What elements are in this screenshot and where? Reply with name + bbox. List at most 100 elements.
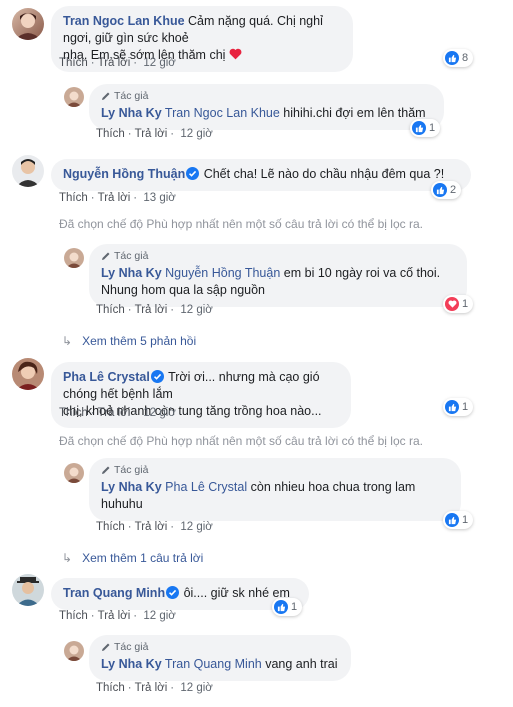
reply-avatar[interactable] (64, 463, 84, 483)
avatar[interactable] (12, 8, 44, 40)
reaction-count[interactable]: 1 (443, 295, 474, 313)
love-icon (445, 297, 459, 311)
reply-button[interactable]: Trả lời (135, 521, 168, 533)
reply-button[interactable]: Trả lời (98, 57, 131, 69)
reply-button[interactable]: Trả lời (135, 682, 168, 694)
reply-actions: Thích · Trả lời · 12 giờ (96, 304, 213, 316)
like-button[interactable]: Thích (59, 57, 88, 69)
pencil-icon (102, 643, 110, 651)
see-more-replies[interactable]: ↳ Xem thêm 5 phản hồi (62, 334, 196, 348)
reply-bubble: Tác giả Ly Nha Ky Nguyễn Hồng Thuận em b… (89, 244, 467, 307)
reply-arrow-icon: ↳ (62, 551, 73, 565)
comment-bubble: Tran Quang Minh ôi.... giữ sk nhé em (51, 578, 309, 610)
mention-link[interactable]: Pha Lê Crystal (165, 480, 247, 494)
comment-actions: Thích · Trả lời · 12 giờ (59, 610, 176, 622)
comment-author[interactable]: Tran Quang Minh (63, 586, 165, 600)
author-badge: Tác giả (101, 463, 449, 477)
reply-avatar[interactable] (64, 248, 84, 268)
reaction-count[interactable]: 1 (272, 598, 303, 616)
avatar[interactable] (12, 574, 44, 606)
comment-bubble: Nguyễn Hồng Thuận Chết cha! Lẽ nào do ch… (51, 159, 471, 191)
like-button[interactable]: Thích (96, 682, 125, 694)
user-photo-icon (16, 361, 40, 390)
comment-text: ôi.... giữ sk nhé em (183, 586, 290, 600)
like-button[interactable]: Thích (59, 407, 88, 419)
comment-author[interactable]: Nguyễn Hồng Thuận (63, 167, 185, 181)
verified-badge-icon (186, 167, 200, 180)
pencil-icon (102, 466, 110, 474)
comment-actions: Thích · Trả lời · 12 giờ (59, 407, 176, 419)
reply-text: hihihi.chi đợi em lên thăm (283, 106, 426, 120)
reply-text-line2: Nhung hom qua la sập nguồn (101, 283, 266, 297)
user-photo-icon (16, 159, 40, 187)
timestamp[interactable]: 12 giờ (180, 521, 212, 533)
see-more-replies[interactable]: ↳ Xem thêm 1 câu trả lời (62, 551, 203, 565)
heart-emoji-icon (229, 48, 242, 62)
timestamp[interactable]: 12 giờ (143, 57, 175, 69)
reply-button[interactable]: Trả lời (135, 304, 168, 316)
mention-link[interactable]: Tran Ngoc Lan Khue (165, 106, 280, 120)
reaction-count[interactable]: 2 (431, 181, 462, 199)
reply-actions: Thích · Trả lời · 12 giờ (96, 128, 213, 140)
reply-arrow-icon: ↳ (62, 334, 73, 348)
reply-bubble: Tác giả Ly Nha Ky Pha Lê Crystal còn nhi… (89, 458, 461, 521)
timestamp[interactable]: 12 giờ (180, 128, 212, 140)
reply-button[interactable]: Trả lời (98, 192, 131, 204)
like-button[interactable]: Thích (59, 610, 88, 622)
reply-actions: Thích · Trả lời · 12 giờ (96, 682, 213, 694)
verified-badge-icon (150, 370, 164, 383)
reaction-count[interactable]: 1 (443, 511, 474, 529)
pencil-icon (102, 252, 110, 260)
like-button[interactable]: Thích (96, 521, 125, 533)
reply-text-line2: huhuhu (101, 497, 143, 511)
like-icon (445, 513, 459, 527)
comment-author[interactable]: Pha Lê Crystal (63, 370, 150, 384)
like-icon (433, 183, 447, 197)
reply-author[interactable]: Ly Nha Ky (101, 266, 162, 280)
user-photo-icon (66, 91, 82, 107)
mention-link[interactable]: Tran Quang Minh (165, 657, 262, 671)
reaction-count[interactable]: 1 (410, 119, 441, 137)
like-button[interactable]: Thích (59, 192, 88, 204)
reply-bubble: Tác giả Ly Nha Ky Tran Ngoc Lan Khue hih… (89, 84, 444, 130)
timestamp[interactable]: 13 giờ (143, 192, 175, 204)
mention-link[interactable]: Nguyễn Hồng Thuận (165, 266, 280, 280)
reaction-count[interactable]: 1 (443, 398, 474, 416)
reply-button[interactable]: Trả lời (135, 128, 168, 140)
timestamp[interactable]: 12 giờ (143, 610, 175, 622)
reply-text: vang anh trai (265, 657, 338, 671)
pencil-icon (102, 92, 110, 100)
reply-button[interactable]: Trả lời (98, 407, 131, 419)
reply-button[interactable]: Trả lời (98, 610, 131, 622)
user-photo-icon (66, 467, 82, 483)
like-button[interactable]: Thích (96, 304, 125, 316)
reply-avatar[interactable] (64, 641, 84, 661)
reaction-count[interactable]: 8 (443, 49, 474, 67)
like-button[interactable]: Thích (96, 128, 125, 140)
comment-author[interactable]: Tran Ngoc Lan Khue (63, 14, 185, 28)
like-icon (412, 121, 426, 135)
author-badge: Tác giả (101, 89, 432, 103)
user-photo-icon (66, 252, 82, 268)
timestamp[interactable]: 12 giờ (180, 304, 212, 316)
reply-author[interactable]: Ly Nha Ky (101, 106, 162, 120)
avatar[interactable] (12, 358, 44, 390)
filter-notice: Đã chọn chế độ Phù hợp nhất nên một số c… (59, 434, 423, 448)
comment-actions: Thích · Trả lời · 13 giờ (59, 192, 176, 204)
comment-actions: Thích · Trả lời · 12 giờ (59, 57, 176, 69)
timestamp[interactable]: 12 giờ (143, 407, 175, 419)
timestamp[interactable]: 12 giờ (180, 682, 212, 694)
avatar[interactable] (12, 155, 44, 187)
reply-actions: Thích · Trả lời · 12 giờ (96, 521, 213, 533)
reply-author[interactable]: Ly Nha Ky (101, 480, 162, 494)
reply-avatar[interactable] (64, 87, 84, 107)
reply-author[interactable]: Ly Nha Ky (101, 657, 162, 671)
author-badge: Tác giả (101, 249, 455, 263)
user-photo-icon (16, 577, 40, 606)
verified-badge-icon (166, 586, 180, 599)
reply-bubble: Tác giả Ly Nha Ky Tran Quang Minh vang a… (89, 635, 351, 681)
author-badge: Tác giả (101, 640, 339, 654)
user-photo-icon (15, 13, 41, 40)
like-icon (445, 51, 459, 65)
user-photo-icon (66, 645, 82, 661)
